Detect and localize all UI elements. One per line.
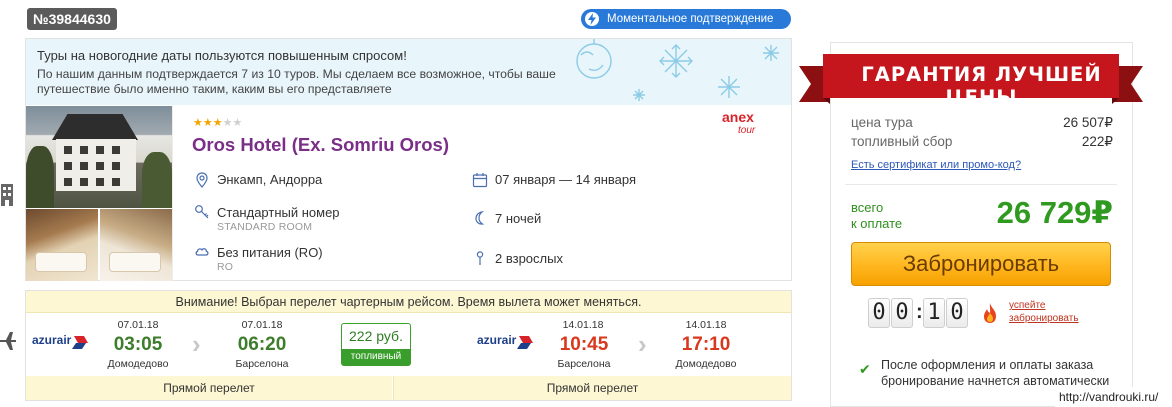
tour-dates: 07 января — 14 января xyxy=(495,172,637,187)
timer-colon: : xyxy=(916,301,923,323)
total-price: 26 729₽ xyxy=(996,195,1113,230)
timer-digit: 0 xyxy=(891,298,913,328)
airplane-icon xyxy=(0,330,16,352)
timer-digit: 0 xyxy=(946,298,968,328)
azurair-logo: azurair xyxy=(32,333,88,349)
promo-code-link[interactable]: Есть сертификат или промо-код? xyxy=(851,159,1021,171)
inbound-flight-type: Прямой перелет xyxy=(393,376,791,400)
tour-price-label: цена тура xyxy=(851,115,913,130)
fuel-price-row: топливный сбор 222₽ xyxy=(851,134,1113,149)
operator-line2: tour xyxy=(738,125,756,136)
fuel-surcharge-label: топливный сбор xyxy=(342,349,410,378)
outbound-departure-date: 07.01.18 xyxy=(117,319,159,331)
meal-plan-sub: RO xyxy=(217,261,234,273)
moon-icon xyxy=(475,211,485,225)
inbound-departure-city: Барселона xyxy=(557,358,611,370)
snowflake-decoration-icon xyxy=(576,39,779,101)
fire-icon xyxy=(984,303,996,323)
outbound-departure-city: Домодедово xyxy=(107,358,169,370)
hotel-location: Энкамп, Андорра xyxy=(217,172,323,187)
order-number-badge: №39844630 xyxy=(27,8,117,30)
fuel-price-value: 222₽ xyxy=(1081,134,1113,149)
hurry-to-book-link[interactable]: успейте забронировать xyxy=(1009,299,1079,325)
hotel-card: Туры на новогодние даты пользуются повыш… xyxy=(25,38,792,281)
calendar-icon xyxy=(472,173,488,188)
best-price-guarantee: ГАРАНТИЯ ЛУЧШЕЙ ЦЕНЫ xyxy=(861,63,1102,109)
hotel-photo-room-2[interactable] xyxy=(100,209,172,281)
lightning-icon xyxy=(585,12,599,26)
outbound-arrival-time: 06:20 xyxy=(237,334,287,355)
auto-booking-note: После оформления и оплаты заказа брониро… xyxy=(881,358,1110,388)
operator-line1: anex xyxy=(722,110,754,125)
cloud-meal-icon xyxy=(195,248,209,256)
inbound-arrival-city: Домодедово xyxy=(675,358,737,370)
star-icon: ★ xyxy=(212,117,223,129)
svg-text:azurair: azurair xyxy=(32,333,72,347)
fuel-surcharge-box: 222 руб. топливный сбор xyxy=(341,323,411,378)
tour-price-value: 26 507₽ xyxy=(1063,115,1113,130)
azurair-logo: azurair xyxy=(477,333,533,349)
outbound-arrival-city: Барселона xyxy=(235,358,289,370)
inbound-arrival-date: 14.01.18 xyxy=(685,319,727,331)
instant-confirmation-badge: Моментальное подтверждение xyxy=(581,9,791,29)
person-icon xyxy=(476,251,484,265)
high-demand-notice: Туры на новогодние даты пользуются повыш… xyxy=(26,39,791,105)
star-icon: ★ xyxy=(222,117,233,129)
svg-text:azurair: azurair xyxy=(477,333,517,347)
outbound-departure-time: 03:05 xyxy=(113,334,163,355)
hotel-photo-main[interactable] xyxy=(26,106,172,208)
fuel-price-label: топливный сбор xyxy=(851,134,953,149)
hotel-photo-room-1[interactable] xyxy=(26,209,98,281)
hotel-name-link[interactable]: Oros Hotel (Ex. Somriu Oros) xyxy=(192,134,449,156)
notice-title: Туры на новогодние даты пользуются повыш… xyxy=(37,48,407,63)
chevron-right-icon: › xyxy=(192,329,201,359)
key-icon xyxy=(195,205,209,219)
star-icon: ★ xyxy=(202,117,213,129)
outbound-flight-type: Прямой перелет xyxy=(26,376,392,400)
guests-count: 2 взрослых xyxy=(495,251,563,266)
charter-warning: Внимание! Выбран перелет чартерным рейсо… xyxy=(26,291,791,313)
source-watermark: http://vandrouki.ru/ xyxy=(1055,387,1172,407)
room-type-sub: STANDARD ROOM xyxy=(217,221,313,233)
chevron-right-icon: › xyxy=(638,329,647,359)
book-button[interactable]: Забронировать xyxy=(851,242,1111,286)
meal-plan-label: Без питания (RO) xyxy=(217,245,323,260)
room-type: Стандартный номер STANDARD ROOM xyxy=(217,205,340,233)
anex-tour-logo: anex tour xyxy=(722,110,756,136)
inbound-departure-time: 10:45 xyxy=(559,334,609,355)
flights-panel: Внимание! Выбран перелет чартерным рейсо… xyxy=(25,290,792,401)
instant-confirmation-label: Моментальное подтверждение xyxy=(607,13,774,25)
star-icon: ★ xyxy=(193,117,203,129)
outbound-arrival-date: 07.01.18 xyxy=(241,319,283,331)
hotel-stars: ★★★★★ xyxy=(193,116,242,129)
meal-plan: Без питания (RO) RO xyxy=(217,245,323,273)
fuel-surcharge-amount: 222 руб. xyxy=(349,328,403,344)
total-label: всего к оплате xyxy=(851,200,903,231)
building-icon xyxy=(0,178,14,208)
inbound-arrival-time: 17:10 xyxy=(681,334,731,355)
nights-count: 7 ночей xyxy=(495,211,542,226)
star-icon: ★ xyxy=(232,117,243,129)
timer-digit: 0 xyxy=(868,298,890,328)
timer-digit: 1 xyxy=(923,298,945,328)
checkmark-icon: ✔ xyxy=(859,361,871,377)
room-type-label: Стандартный номер xyxy=(217,205,340,220)
inbound-departure-date: 14.01.18 xyxy=(562,319,604,331)
tour-price-row: цена тура 26 507₽ xyxy=(851,115,1113,130)
location-pin-icon xyxy=(196,172,208,188)
notice-text: По нашим данным подтверждается 7 из 10 т… xyxy=(37,67,556,96)
